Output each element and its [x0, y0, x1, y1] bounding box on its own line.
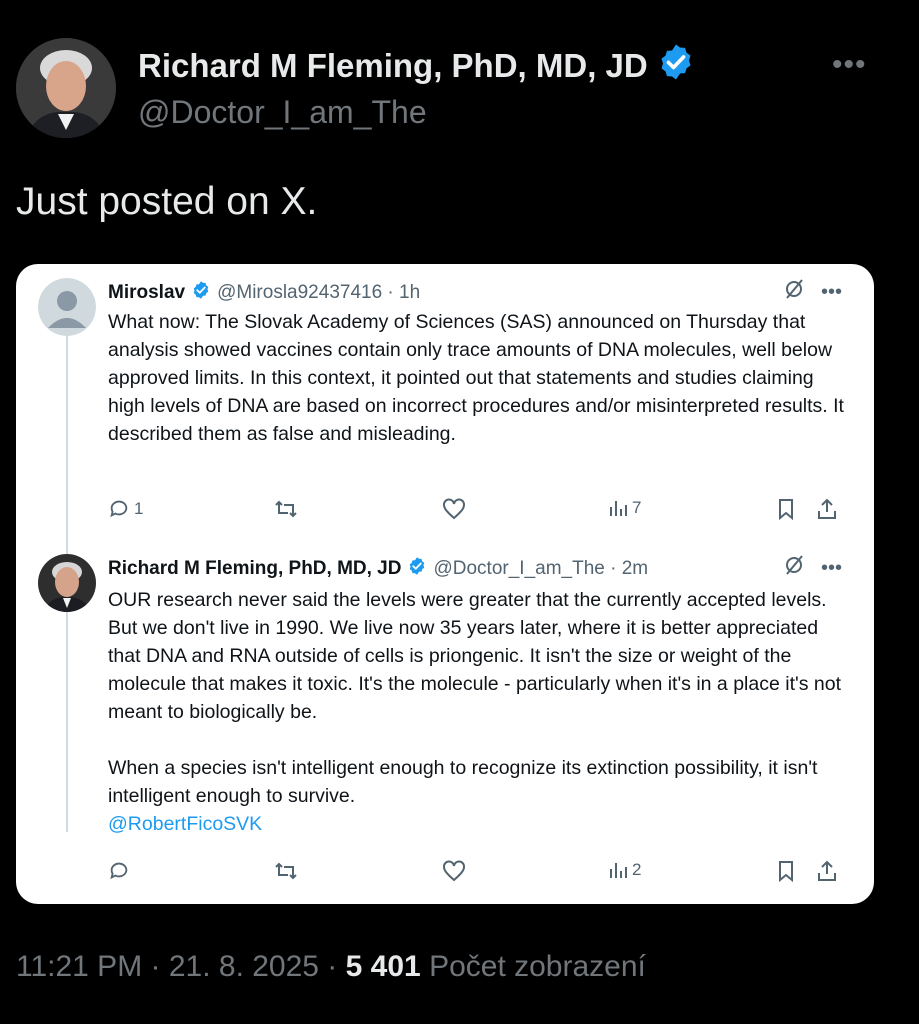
post-timestamp[interactable]: 11:21 PM · 21. 8. 2025 · — [16, 950, 337, 983]
miroslav-avatar — [38, 278, 96, 336]
more-options-icon[interactable]: ••• — [832, 48, 867, 82]
retweet-icon — [274, 498, 298, 520]
tweet2-header: Richard M Fleming, PhD, MD, JD @Doctor_I… — [108, 556, 648, 582]
views-icon — [610, 863, 627, 878]
retweet-icon — [274, 860, 298, 882]
tweet1-header: Miroslav @Mirosla92437416 · 1h — [108, 280, 420, 306]
grok-icon — [783, 554, 805, 582]
tweet2-handle: @Doctor_I_am_The · 2m — [433, 558, 649, 579]
views-count: 5 401 — [345, 950, 421, 983]
reply-icon — [110, 500, 128, 518]
author-avatar[interactable] — [16, 38, 116, 138]
tweet2-body: OUR research never said the levels were … — [108, 586, 848, 838]
post-meta: 11:21 PM · 21. 8. 2025 · 5 401 Počet zob… — [16, 950, 646, 984]
post-text: Just posted on X. — [16, 180, 318, 223]
tweet2-views: 2 — [608, 860, 641, 880]
tweet1-reply: 1 — [108, 498, 143, 520]
verified-badge-icon — [656, 42, 696, 90]
reply-icon — [108, 860, 130, 882]
tweet2-more-icon: ••• — [820, 556, 842, 579]
views-icon — [610, 501, 627, 516]
tweet1-views: 7 — [608, 498, 641, 518]
tweet2-text-2: When a species isn't intelligent enough … — [108, 757, 818, 807]
tweet2-mention: @RobertFicoSVK — [108, 813, 263, 835]
tweet2-text-1: OUR research never said the levels were … — [108, 589, 841, 723]
bookmark-icon — [776, 860, 796, 882]
author-name-text[interactable]: Richard M Fleming, PhD, MD, JD — [138, 47, 648, 85]
like-icon — [442, 498, 466, 520]
tweet1-top-icons: ••• — [783, 278, 842, 306]
share-icon — [816, 860, 838, 882]
embedded-screenshot[interactable]: Miroslav @Mirosla92437416 · 1h ••• What … — [16, 264, 874, 904]
tweet2-views-count: 2 — [632, 860, 642, 879]
tweet2-verified-icon — [407, 556, 427, 582]
tweet2-top-icons: ••• — [783, 554, 842, 582]
tweet1-name: Miroslav — [108, 282, 186, 303]
tweet1-verified-icon — [191, 280, 211, 306]
share-icon — [816, 498, 838, 520]
tweet2-actions: 2 — [108, 860, 848, 886]
tweet1-actions: 1 7 — [108, 498, 848, 524]
like-icon — [442, 860, 466, 882]
tweet1-reply-count: 1 — [134, 499, 144, 518]
tweet1-more-icon: ••• — [820, 280, 842, 303]
views-label: Počet zobrazení — [429, 950, 646, 983]
author-name[interactable]: Richard M Fleming, PhD, MD, JD — [138, 42, 696, 90]
tweet1-text: What now: The Slovak Academy of Sciences… — [108, 311, 844, 445]
fleming-avatar — [38, 554, 96, 612]
grok-icon — [783, 278, 805, 306]
bookmark-icon — [776, 498, 796, 520]
tweet1-views-count: 7 — [632, 498, 642, 517]
author-handle[interactable]: @Doctor_I_am_The — [138, 94, 427, 131]
tweet2-name: Richard M Fleming, PhD, MD, JD — [108, 558, 402, 579]
tweet1-handle: @Mirosla92437416 · 1h — [217, 282, 421, 303]
